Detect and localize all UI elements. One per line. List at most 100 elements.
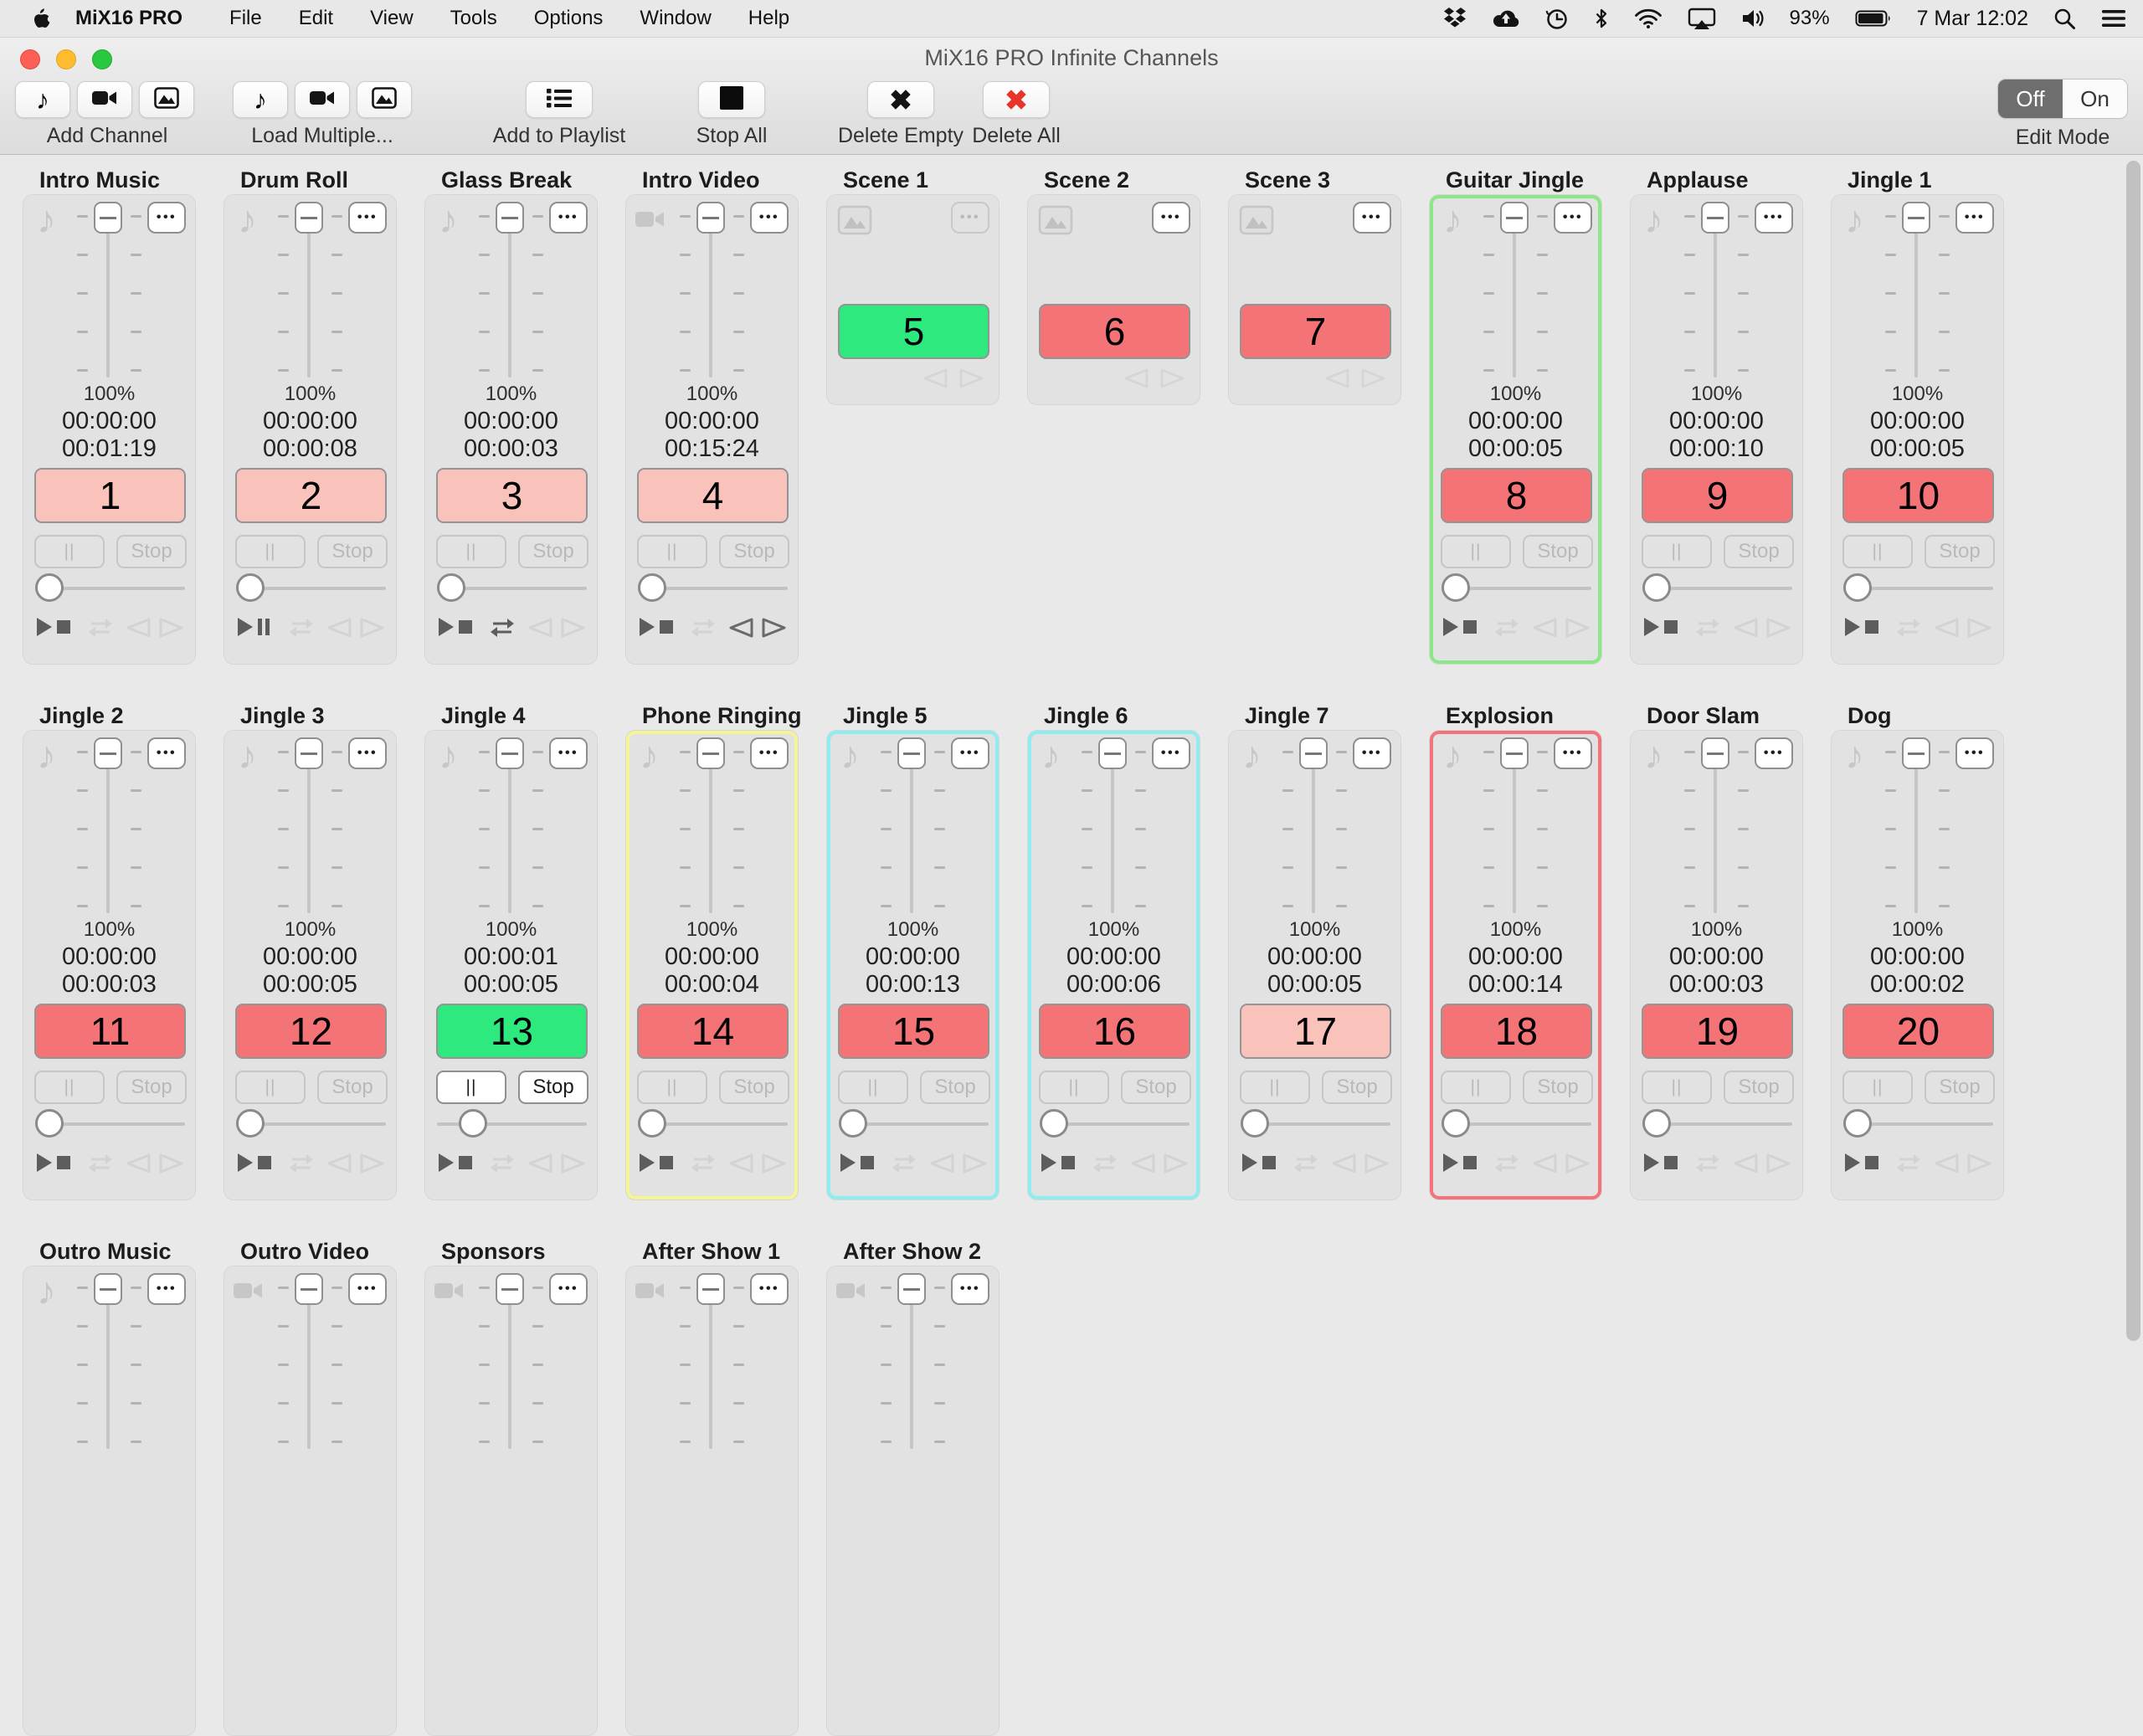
apple-menu-icon[interactable] xyxy=(32,8,50,29)
stop-button[interactable]: Stop xyxy=(1925,1071,1995,1104)
menu-item-help[interactable]: Help xyxy=(748,7,789,30)
channel-options-button[interactable]: ••• xyxy=(1353,737,1391,769)
pause-button[interactable]: || xyxy=(34,535,105,568)
next-icon[interactable] xyxy=(958,367,986,393)
next-icon[interactable] xyxy=(157,1153,186,1179)
previous-icon[interactable] xyxy=(1731,1153,1760,1179)
seek-slider-knob[interactable] xyxy=(839,1109,867,1138)
channel-options-button[interactable]: ••• xyxy=(549,202,588,234)
channel-options-button[interactable]: ••• xyxy=(1955,737,1994,769)
volume-slider-handle[interactable] xyxy=(1902,737,1930,769)
next-icon[interactable] xyxy=(358,1153,387,1179)
loop-icon[interactable] xyxy=(87,616,114,644)
pause-button[interactable]: || xyxy=(1842,1071,1913,1104)
loop-icon[interactable] xyxy=(1895,616,1922,644)
channel-trigger-button[interactable]: 9 xyxy=(1642,468,1793,523)
next-icon[interactable] xyxy=(1765,617,1793,643)
cloud-upload-icon[interactable] xyxy=(1492,8,1520,29)
channel-options-button[interactable]: ••• xyxy=(1955,202,1994,234)
channel-trigger-button[interactable]: 15 xyxy=(838,1004,989,1059)
menu-clock[interactable]: 7 Mar 12:02 xyxy=(1917,7,2028,31)
volume-slider-handle[interactable] xyxy=(696,1273,725,1305)
pause-button[interactable]: || xyxy=(637,535,707,568)
channel-options-button[interactable]: ••• xyxy=(549,1273,588,1305)
channel-trigger-button[interactable]: 14 xyxy=(637,1004,789,1059)
loop-icon[interactable] xyxy=(288,616,315,644)
pause-button[interactable]: || xyxy=(1642,535,1712,568)
seek-slider-knob[interactable] xyxy=(638,573,666,602)
next-icon[interactable] xyxy=(961,1153,989,1179)
previous-icon[interactable] xyxy=(124,1153,152,1179)
menu-item-file[interactable]: File xyxy=(229,7,262,30)
seek-slider-knob[interactable] xyxy=(1843,573,1872,602)
channel-trigger-button[interactable]: 13 xyxy=(436,1004,588,1059)
loop-icon[interactable] xyxy=(489,1152,516,1179)
next-icon[interactable] xyxy=(559,617,588,643)
previous-icon[interactable] xyxy=(727,1153,755,1179)
loop-icon[interactable] xyxy=(891,1152,917,1179)
next-icon[interactable] xyxy=(358,617,387,643)
next-icon[interactable] xyxy=(1363,1153,1391,1179)
channel-trigger-button[interactable]: 18 xyxy=(1441,1004,1592,1059)
next-icon[interactable] xyxy=(1765,1153,1793,1179)
seek-slider-knob[interactable] xyxy=(459,1109,487,1138)
volume-slider-handle[interactable] xyxy=(295,202,323,234)
channel-options-button[interactable]: ••• xyxy=(1755,737,1793,769)
previous-icon[interactable] xyxy=(921,367,949,393)
previous-icon[interactable] xyxy=(526,1153,554,1179)
volume-slider-handle[interactable] xyxy=(1098,737,1127,769)
stop-button[interactable]: Stop xyxy=(719,1071,789,1104)
seek-slider-knob[interactable] xyxy=(638,1109,666,1138)
channel-trigger-button[interactable]: 20 xyxy=(1842,1004,1994,1059)
volume-slider-handle[interactable] xyxy=(1902,202,1930,234)
next-icon[interactable] xyxy=(1564,617,1592,643)
loop-icon[interactable] xyxy=(1694,616,1721,644)
channel-options-button[interactable]: ••• xyxy=(147,737,186,769)
next-icon[interactable] xyxy=(1966,617,1994,643)
previous-icon[interactable] xyxy=(1932,1153,1961,1179)
stop-button[interactable]: Stop xyxy=(518,1071,588,1104)
channel-options-button[interactable]: ••• xyxy=(348,202,387,234)
airplay-display-icon[interactable] xyxy=(1688,8,1716,30)
bluetooth-icon[interactable] xyxy=(1594,7,1609,30)
volume-slider-handle[interactable] xyxy=(1701,202,1729,234)
volume-slider-handle[interactable] xyxy=(94,202,122,234)
stop-button[interactable]: Stop xyxy=(116,1071,187,1104)
previous-icon[interactable] xyxy=(1122,367,1150,393)
pause-button[interactable]: || xyxy=(436,535,506,568)
volume-slider-handle[interactable] xyxy=(94,1273,122,1305)
previous-icon[interactable] xyxy=(1530,617,1559,643)
volume-slider-handle[interactable] xyxy=(295,737,323,769)
pause-button[interactable]: || xyxy=(1441,535,1511,568)
seek-slider-knob[interactable] xyxy=(437,573,465,602)
next-icon[interactable] xyxy=(1359,367,1388,393)
seek-slider-knob[interactable] xyxy=(1442,573,1470,602)
next-icon[interactable] xyxy=(157,617,186,643)
channel-trigger-button[interactable]: 1 xyxy=(34,468,186,523)
pause-button[interactable]: || xyxy=(1642,1071,1712,1104)
next-icon[interactable] xyxy=(1159,367,1187,393)
menu-item-view[interactable]: View xyxy=(370,7,414,30)
channel-trigger-button[interactable]: 5 xyxy=(838,304,989,359)
volume-slider-handle[interactable] xyxy=(897,737,926,769)
channel-options-button[interactable]: ••• xyxy=(348,737,387,769)
channel-trigger-button[interactable]: 10 xyxy=(1842,468,1994,523)
volume-slider-handle[interactable] xyxy=(295,1273,323,1305)
pause-button[interactable]: || xyxy=(1441,1071,1511,1104)
stop-button[interactable]: Stop xyxy=(1724,535,1794,568)
previous-icon[interactable] xyxy=(1932,617,1961,643)
channel-trigger-button[interactable]: 17 xyxy=(1240,1004,1391,1059)
pause-button[interactable]: || xyxy=(235,535,306,568)
stop-button[interactable]: Stop xyxy=(1925,535,1995,568)
loop-icon[interactable] xyxy=(489,616,516,644)
pause-button[interactable]: || xyxy=(838,1071,908,1104)
previous-icon[interactable] xyxy=(1323,367,1351,393)
channel-trigger-button[interactable]: 2 xyxy=(235,468,387,523)
pause-button[interactable]: || xyxy=(1240,1071,1310,1104)
channel-options-button[interactable]: ••• xyxy=(1554,202,1592,234)
stop-button[interactable]: Stop xyxy=(116,535,187,568)
pause-button[interactable]: || xyxy=(235,1071,306,1104)
volume-slider-handle[interactable] xyxy=(94,737,122,769)
channel-options-button[interactable]: ••• xyxy=(1755,202,1793,234)
stop-button[interactable]: Stop xyxy=(317,1071,388,1104)
